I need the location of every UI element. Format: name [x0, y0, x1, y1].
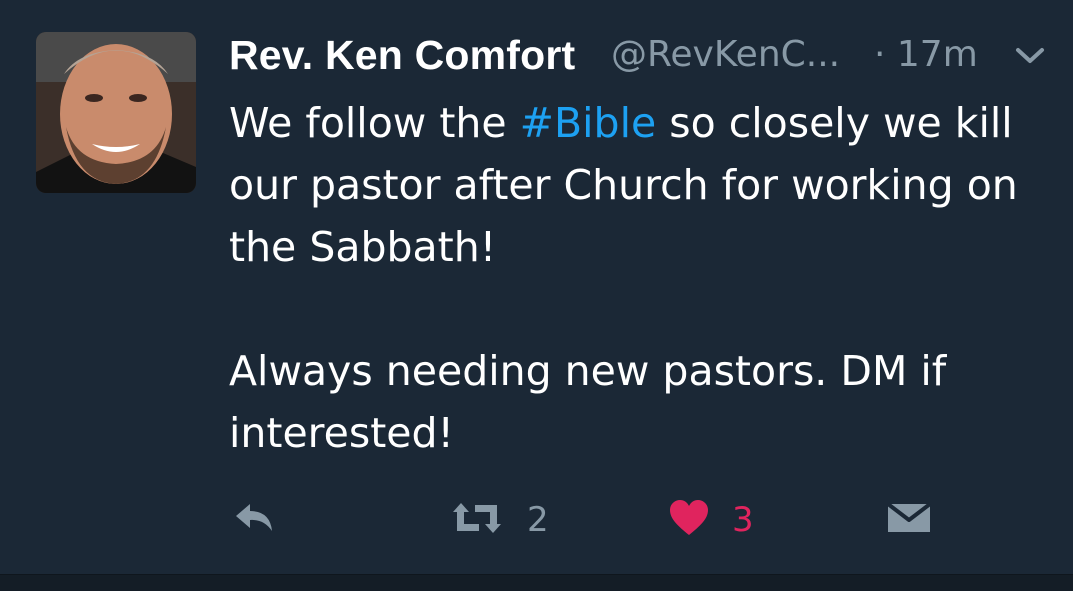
tweet-header: Rev. Ken Comfort @RevKenC... · 17m: [229, 26, 1049, 82]
tweet-card[interactable]: Rev. Ken Comfort @RevKenC... · 17m We fo…: [0, 0, 1073, 574]
chevron-down-icon[interactable]: [1015, 46, 1045, 66]
tweet-text: We follow the #Bible so closely we kill …: [229, 92, 1049, 464]
author-name[interactable]: Rev. Ken Comfort: [229, 32, 575, 79]
reply-button[interactable]: [232, 490, 276, 550]
tweet-timestamp[interactable]: · 17m: [874, 34, 978, 75]
like-button[interactable]: 3: [668, 490, 754, 550]
envelope-icon: [886, 500, 932, 540]
next-tweet-edge: [0, 575, 1073, 591]
retweet-count: 2: [527, 500, 549, 540]
reply-icon: [232, 501, 276, 539]
hashtag-link[interactable]: #Bible: [520, 99, 657, 147]
direct-message-button[interactable]: [886, 490, 932, 550]
retweet-icon: [449, 500, 505, 540]
avatar-image: [36, 32, 196, 193]
heart-icon: [668, 499, 710, 541]
tweet-actions: 2 3: [0, 490, 1073, 550]
author-handle[interactable]: @RevKenC...: [611, 34, 840, 75]
tweet-paragraph-1: We follow the #Bible so closely we kill …: [229, 92, 1049, 278]
avatar[interactable]: [36, 32, 196, 193]
retweet-button[interactable]: 2: [449, 490, 549, 550]
like-count: 3: [732, 500, 754, 540]
tweet-text-part-1: We follow the: [229, 99, 520, 147]
tweet-paragraph-2: Always needing new pastors. DM if intere…: [229, 347, 947, 457]
